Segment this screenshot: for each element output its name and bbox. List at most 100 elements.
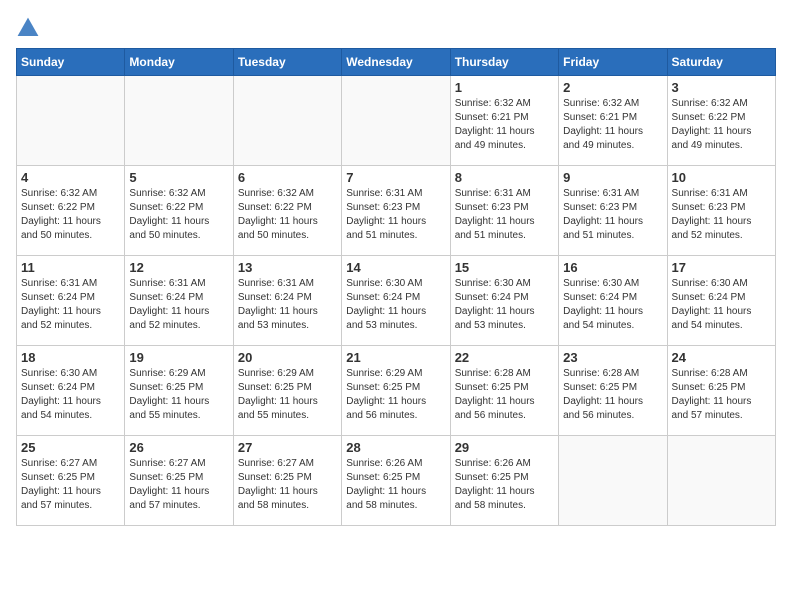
day-number: 28: [346, 440, 445, 455]
day-number: 26: [129, 440, 228, 455]
calendar-cell: [233, 76, 341, 166]
day-number: 3: [672, 80, 771, 95]
day-detail: Sunrise: 6:30 AM Sunset: 6:24 PM Dayligh…: [21, 367, 120, 423]
day-number: 24: [672, 350, 771, 365]
day-detail: Sunrise: 6:31 AM Sunset: 6:23 PM Dayligh…: [672, 187, 771, 243]
weekday-header-friday: Friday: [559, 49, 667, 76]
day-detail: Sunrise: 6:27 AM Sunset: 6:25 PM Dayligh…: [21, 457, 120, 513]
day-detail: Sunrise: 6:26 AM Sunset: 6:25 PM Dayligh…: [455, 457, 554, 513]
day-number: 23: [563, 350, 662, 365]
calendar-cell: 18 Sunrise: 6:30 AM Sunset: 6:24 PM Dayli…: [17, 346, 125, 436]
day-detail: Sunrise: 6:32 AM Sunset: 6:21 PM Dayligh…: [455, 97, 554, 153]
day-detail: Sunrise: 6:32 AM Sunset: 6:22 PM Dayligh…: [129, 187, 228, 243]
calendar-cell: 5 Sunrise: 6:32 AM Sunset: 6:22 PM Daylig…: [125, 166, 233, 256]
day-detail: Sunrise: 6:32 AM Sunset: 6:22 PM Dayligh…: [672, 97, 771, 153]
calendar-cell: 13 Sunrise: 6:31 AM Sunset: 6:24 PM Dayli…: [233, 256, 341, 346]
calendar-cell: 7 Sunrise: 6:31 AM Sunset: 6:23 PM Daylig…: [342, 166, 450, 256]
day-number: 2: [563, 80, 662, 95]
calendar-cell: [559, 436, 667, 526]
day-detail: Sunrise: 6:28 AM Sunset: 6:25 PM Dayligh…: [563, 367, 662, 423]
day-number: 17: [672, 260, 771, 275]
calendar-cell: 28 Sunrise: 6:26 AM Sunset: 6:25 PM Dayli…: [342, 436, 450, 526]
day-detail: Sunrise: 6:31 AM Sunset: 6:23 PM Dayligh…: [346, 187, 445, 243]
day-number: 19: [129, 350, 228, 365]
day-detail: Sunrise: 6:31 AM Sunset: 6:24 PM Dayligh…: [129, 277, 228, 333]
calendar-week-0: 1 Sunrise: 6:32 AM Sunset: 6:21 PM Daylig…: [17, 76, 776, 166]
calendar-cell: 17Sunrise: 6:30 AM Sunset: 6:24 PM Dayli…: [667, 256, 775, 346]
day-number: 22: [455, 350, 554, 365]
day-number: 27: [238, 440, 337, 455]
calendar-cell: 19 Sunrise: 6:29 AM Sunset: 6:25 PM Dayli…: [125, 346, 233, 436]
calendar-cell: 2 Sunrise: 6:32 AM Sunset: 6:21 PM Daylig…: [559, 76, 667, 166]
page-header: [16, 16, 776, 40]
day-number: 12: [129, 260, 228, 275]
weekday-header-wednesday: Wednesday: [342, 49, 450, 76]
calendar-cell: 20 Sunrise: 6:29 AM Sunset: 6:25 PM Dayli…: [233, 346, 341, 436]
day-detail: Sunrise: 6:30 AM Sunset: 6:24 PM Dayligh…: [563, 277, 662, 333]
calendar-cell: 22 Sunrise: 6:28 AM Sunset: 6:25 PM Dayli…: [450, 346, 558, 436]
day-number: 11: [21, 260, 120, 275]
calendar-week-3: 18 Sunrise: 6:30 AM Sunset: 6:24 PM Dayli…: [17, 346, 776, 436]
calendar-cell: 14 Sunrise: 6:30 AM Sunset: 6:24 PM Dayli…: [342, 256, 450, 346]
day-number: 29: [455, 440, 554, 455]
calendar-header: SundayMondayTuesdayWednesdayThursdayFrid…: [17, 49, 776, 76]
calendar-cell: 25 Sunrise: 6:27 AM Sunset: 6:25 PM Dayli…: [17, 436, 125, 526]
logo: [16, 16, 44, 40]
calendar-cell: 23 Sunrise: 6:28 AM Sunset: 6:25 PM Dayli…: [559, 346, 667, 436]
day-number: 8: [455, 170, 554, 185]
day-number: 25: [21, 440, 120, 455]
weekday-row: SundayMondayTuesdayWednesdayThursdayFrid…: [17, 49, 776, 76]
day-detail: Sunrise: 6:27 AM Sunset: 6:25 PM Dayligh…: [238, 457, 337, 513]
calendar-cell: 15 Sunrise: 6:30 AM Sunset: 6:24 PM Dayli…: [450, 256, 558, 346]
calendar-cell: 8 Sunrise: 6:31 AM Sunset: 6:23 PM Daylig…: [450, 166, 558, 256]
day-number: 1: [455, 80, 554, 95]
calendar-table: SundayMondayTuesdayWednesdayThursdayFrid…: [16, 48, 776, 526]
day-number: 14: [346, 260, 445, 275]
weekday-header-sunday: Sunday: [17, 49, 125, 76]
day-detail: Sunrise: 6:26 AM Sunset: 6:25 PM Dayligh…: [346, 457, 445, 513]
day-number: 6: [238, 170, 337, 185]
day-detail: Sunrise: 6:29 AM Sunset: 6:25 PM Dayligh…: [129, 367, 228, 423]
calendar-cell: 3 Sunrise: 6:32 AM Sunset: 6:22 PM Daylig…: [667, 76, 775, 166]
day-number: 10: [672, 170, 771, 185]
day-detail: Sunrise: 6:30 AM Sunset: 6:24 PM Dayligh…: [346, 277, 445, 333]
calendar-cell: [17, 76, 125, 166]
day-number: 7: [346, 170, 445, 185]
calendar-week-2: 11 Sunrise: 6:31 AM Sunset: 6:24 PM Dayli…: [17, 256, 776, 346]
day-number: 15: [455, 260, 554, 275]
calendar-cell: 10 Sunrise: 6:31 AM Sunset: 6:23 PM Dayli…: [667, 166, 775, 256]
weekday-header-monday: Monday: [125, 49, 233, 76]
day-number: 5: [129, 170, 228, 185]
day-detail: Sunrise: 6:31 AM Sunset: 6:23 PM Dayligh…: [563, 187, 662, 243]
day-detail: Sunrise: 6:28 AM Sunset: 6:25 PM Dayligh…: [672, 367, 771, 423]
calendar-cell: 24 Sunrise: 6:28 AM Sunset: 6:25 PM Dayli…: [667, 346, 775, 436]
calendar-cell: 21 Sunrise: 6:29 AM Sunset: 6:25 PM Dayli…: [342, 346, 450, 436]
day-detail: Sunrise: 6:28 AM Sunset: 6:25 PM Dayligh…: [455, 367, 554, 423]
calendar-cell: 26 Sunrise: 6:27 AM Sunset: 6:25 PM Dayli…: [125, 436, 233, 526]
calendar-cell: [125, 76, 233, 166]
day-detail: Sunrise: 6:32 AM Sunset: 6:21 PM Dayligh…: [563, 97, 662, 153]
day-detail: Sunrise: 6:29 AM Sunset: 6:25 PM Dayligh…: [346, 367, 445, 423]
calendar-cell: 6Sunrise: 6:32 AM Sunset: 6:22 PM Daylig…: [233, 166, 341, 256]
calendar-body: 1 Sunrise: 6:32 AM Sunset: 6:21 PM Daylig…: [17, 76, 776, 526]
day-number: 13: [238, 260, 337, 275]
day-detail: Sunrise: 6:29 AM Sunset: 6:25 PM Dayligh…: [238, 367, 337, 423]
day-number: 21: [346, 350, 445, 365]
day-number: 18: [21, 350, 120, 365]
day-number: 4: [21, 170, 120, 185]
weekday-header-tuesday: Tuesday: [233, 49, 341, 76]
day-number: 16: [563, 260, 662, 275]
day-detail: Sunrise: 6:31 AM Sunset: 6:24 PM Dayligh…: [21, 277, 120, 333]
calendar-cell: [667, 436, 775, 526]
day-detail: Sunrise: 6:30 AM Sunset: 6:24 PM Dayligh…: [455, 277, 554, 333]
calendar-cell: 12 Sunrise: 6:31 AM Sunset: 6:24 PM Dayli…: [125, 256, 233, 346]
calendar-week-4: 25 Sunrise: 6:27 AM Sunset: 6:25 PM Dayli…: [17, 436, 776, 526]
calendar-week-1: 4 Sunrise: 6:32 AM Sunset: 6:22 PM Daylig…: [17, 166, 776, 256]
day-detail: Sunrise: 6:31 AM Sunset: 6:24 PM Dayligh…: [238, 277, 337, 333]
day-number: 20: [238, 350, 337, 365]
day-detail: Sunrise: 6:31 AM Sunset: 6:23 PM Dayligh…: [455, 187, 554, 243]
day-detail: Sunrise: 6:27 AM Sunset: 6:25 PM Dayligh…: [129, 457, 228, 513]
calendar-cell: 29 Sunrise: 6:26 AM Sunset: 6:25 PM Dayli…: [450, 436, 558, 526]
calendar-cell: 27 Sunrise: 6:27 AM Sunset: 6:25 PM Dayli…: [233, 436, 341, 526]
calendar-cell: 1 Sunrise: 6:32 AM Sunset: 6:21 PM Daylig…: [450, 76, 558, 166]
